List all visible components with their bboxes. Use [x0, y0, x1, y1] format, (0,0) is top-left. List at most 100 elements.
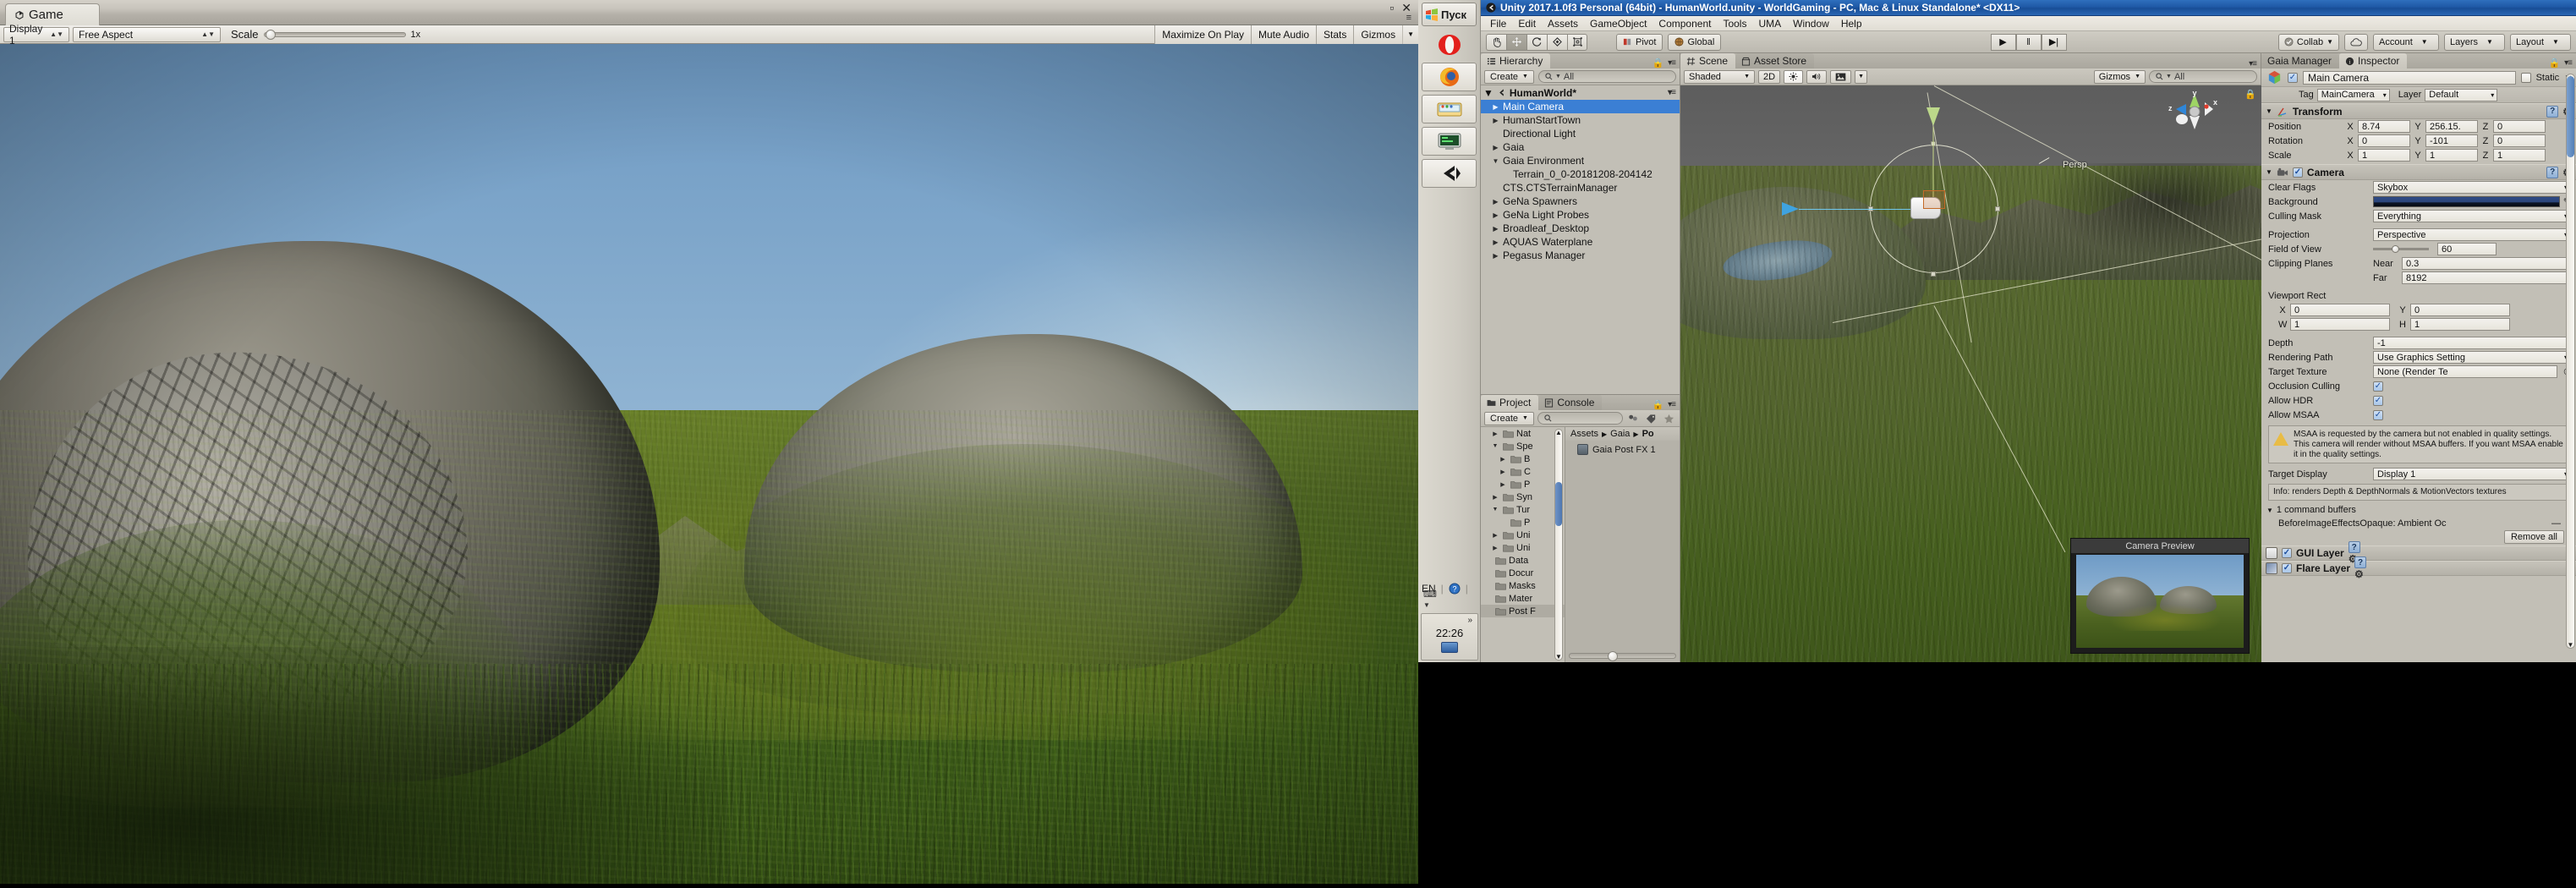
hierarchy-item[interactable]: ▶ GeNa Spawners [1481, 195, 1680, 208]
tag-dropdown[interactable]: MainCamera ▾ [2316, 88, 2390, 101]
gear-icon[interactable]: ⚙ [2354, 568, 2364, 580]
taskbar-item-firefox[interactable] [1422, 63, 1477, 91]
expand-triangle-icon[interactable]: ▶ [1491, 198, 1500, 206]
project-tree-item[interactable]: ▶ C [1481, 465, 1565, 478]
help-icon[interactable]: ? [2546, 166, 2559, 178]
remove-all-button[interactable]: Remove all [2503, 530, 2564, 545]
pivot-toggle[interactable]: Pivot [1616, 33, 1663, 51]
project-tree-item[interactable]: P [1481, 516, 1565, 529]
project-zoom-slider[interactable] [1565, 651, 1680, 661]
menu-help[interactable]: Help [1835, 16, 1868, 31]
expand-triangle-icon[interactable]: ▶ [1498, 456, 1508, 463]
scale-tool-button[interactable] [1547, 33, 1567, 51]
expand-triangle-icon[interactable]: ▶ [1490, 532, 1500, 539]
taskbar-item-explorer[interactable] [1422, 95, 1477, 123]
gizmos-dropdown-arrow[interactable]: ▼ [1402, 25, 1418, 44]
close-button[interactable]: ✕ [1401, 2, 1411, 14]
display-dropdown[interactable]: Display 1 ▲▼ [3, 23, 69, 47]
projection-dropdown[interactable]: Perspective ▾ [2373, 228, 2571, 241]
expand-triangle-icon[interactable]: ▼ [1490, 507, 1500, 513]
breadcrumb-assets[interactable]: Assets [1570, 429, 1598, 439]
flare-layer-checkbox[interactable]: ✓ [2282, 563, 2292, 574]
depth-field[interactable]: -1 [2373, 337, 2571, 349]
project-search-input[interactable] [1537, 412, 1623, 425]
maximize-button[interactable]: ▫ [1389, 2, 1394, 14]
rotation-y-field[interactable]: -101 [2425, 134, 2478, 147]
viewport-w-field[interactable]: 1 [2290, 318, 2390, 331]
cloud-button[interactable] [2344, 33, 2368, 51]
hierarchy-item[interactable]: Directional Light [1481, 127, 1680, 140]
menu-component[interactable]: Component [1652, 16, 1717, 31]
scroll-up-icon[interactable]: ▲ [1555, 429, 1562, 436]
taskbar-item-opera[interactable] [1422, 30, 1477, 59]
hierarchy-item[interactable]: ▶ AQUAS Waterplane [1481, 235, 1680, 249]
tab-scene[interactable]: Scene [1680, 53, 1736, 69]
tab-console[interactable]: Console [1538, 395, 1603, 410]
project-tree-item[interactable]: ▶ B [1481, 452, 1565, 465]
lock-icon[interactable]: 🔒 [2548, 58, 2560, 69]
allow-hdr-checkbox[interactable]: ✓ [2373, 395, 2383, 406]
menu-window[interactable]: Window [1787, 16, 1835, 31]
flare-layer-component[interactable]: ✓ Flare Layer ? ⚙ [2261, 556, 2576, 580]
scrollbar-thumb[interactable] [2567, 76, 2574, 157]
mute-audio-toggle[interactable]: Mute Audio [1251, 25, 1317, 44]
far-field[interactable]: 8192 [2402, 271, 2571, 284]
occlusion-culling-checkbox[interactable]: ✓ [2373, 381, 2383, 392]
menu-tools[interactable]: Tools [1717, 16, 1752, 31]
hierarchy-search-input[interactable]: ▼ All [1537, 70, 1676, 83]
gizmo-handle-bottom[interactable] [1931, 271, 1936, 277]
create-button[interactable]: Create ▼ [1484, 69, 1534, 84]
help-icon[interactable]: ? [2348, 541, 2360, 554]
shading-mode-dropdown[interactable]: Shaded ▼ [1684, 69, 1755, 84]
collapse-triangle-icon[interactable]: ▼ [2266, 168, 2272, 176]
project-tree-item[interactable]: ▼ Spe [1481, 440, 1565, 452]
project-tree-item[interactable]: Post F [1481, 605, 1565, 617]
static-checkbox[interactable] [2520, 72, 2531, 83]
panel-menu-icon[interactable]: ≡ [1406, 13, 1411, 23]
fov-slider-knob[interactable] [2392, 245, 2399, 253]
expand-triangle-icon[interactable]: ▶ [1498, 481, 1508, 488]
background-color-swatch[interactable] [2373, 196, 2560, 207]
scene-fx-dropdown[interactable] [1830, 69, 1852, 84]
stats-toggle[interactable]: Stats [1316, 25, 1354, 44]
hierarchy-item[interactable]: ▶ Pegasus Manager [1481, 249, 1680, 262]
position-y-field[interactable]: 256.15. [2425, 120, 2478, 133]
expand-triangle-icon[interactable]: ▶ [1490, 494, 1500, 501]
lock-icon[interactable]: 🔒 [1652, 58, 1663, 69]
panel-menu-icon[interactable]: ▾≡ [1668, 400, 1676, 409]
fov-slider[interactable] [2373, 244, 2429, 255]
expand-triangle-icon[interactable]: ▶ [1490, 545, 1500, 551]
rotate-tool-button[interactable] [1526, 33, 1547, 51]
panel-menu-icon[interactable]: ▾≡ [1668, 58, 1676, 68]
tab-hierarchy[interactable]: Hierarchy [1481, 53, 1551, 69]
layers-dropdown[interactable]: Layers ▼ [2444, 33, 2505, 51]
toggle-2d-button[interactable]: 2D [1758, 69, 1781, 84]
hand-tool-button[interactable] [1486, 33, 1506, 51]
target-display-dropdown[interactable]: Display 1 ▾ [2373, 468, 2571, 481]
scene-axis-gizmo[interactable]: y x z [2165, 89, 2224, 145]
expand-triangle-icon[interactable]: ▶ [1491, 103, 1500, 111]
menu-file[interactable]: File [1484, 16, 1512, 31]
account-dropdown[interactable]: Account ▼ [2373, 33, 2439, 51]
expand-triangle-icon[interactable]: ▼ [1483, 87, 1494, 99]
scene-fx-dropdown-arrow[interactable]: ▼ [1855, 69, 1867, 84]
rotation-z-field[interactable]: 0 [2493, 134, 2546, 147]
breadcrumb-gaia[interactable]: Gaia [1610, 429, 1630, 439]
object-enabled-checkbox[interactable]: ✓ [2288, 72, 2298, 83]
game-render-viewport[interactable] [0, 44, 1418, 884]
zoom-slider-knob[interactable] [1608, 651, 1618, 661]
position-x-field[interactable]: 8.74 [2358, 120, 2410, 133]
camera-enabled-checkbox[interactable]: ✓ [2292, 167, 2303, 178]
project-asset-item[interactable]: Gaia Post FX 1 [1565, 441, 1680, 455]
scene-gizmo-lock-icon[interactable]: 🔒 [2244, 89, 2256, 100]
project-tree-item[interactable]: Data [1481, 554, 1565, 567]
scale-slider[interactable] [263, 29, 406, 40]
menu-uma[interactable]: UMA [1752, 16, 1787, 31]
hierarchy-item[interactable]: Terrain_0_0-20181208-204142 [1481, 167, 1680, 181]
scene-search-input[interactable]: ▼ All [2149, 70, 2257, 83]
move-tool-button[interactable] [1506, 33, 1526, 51]
expand-triangle-icon[interactable]: ▶ [1491, 144, 1500, 151]
collab-button[interactable]: Collab ▼ [2277, 33, 2339, 51]
scale-z-field[interactable]: 1 [2493, 149, 2546, 162]
hierarchy-item[interactable]: ▼ Gaia Environment [1481, 154, 1680, 167]
